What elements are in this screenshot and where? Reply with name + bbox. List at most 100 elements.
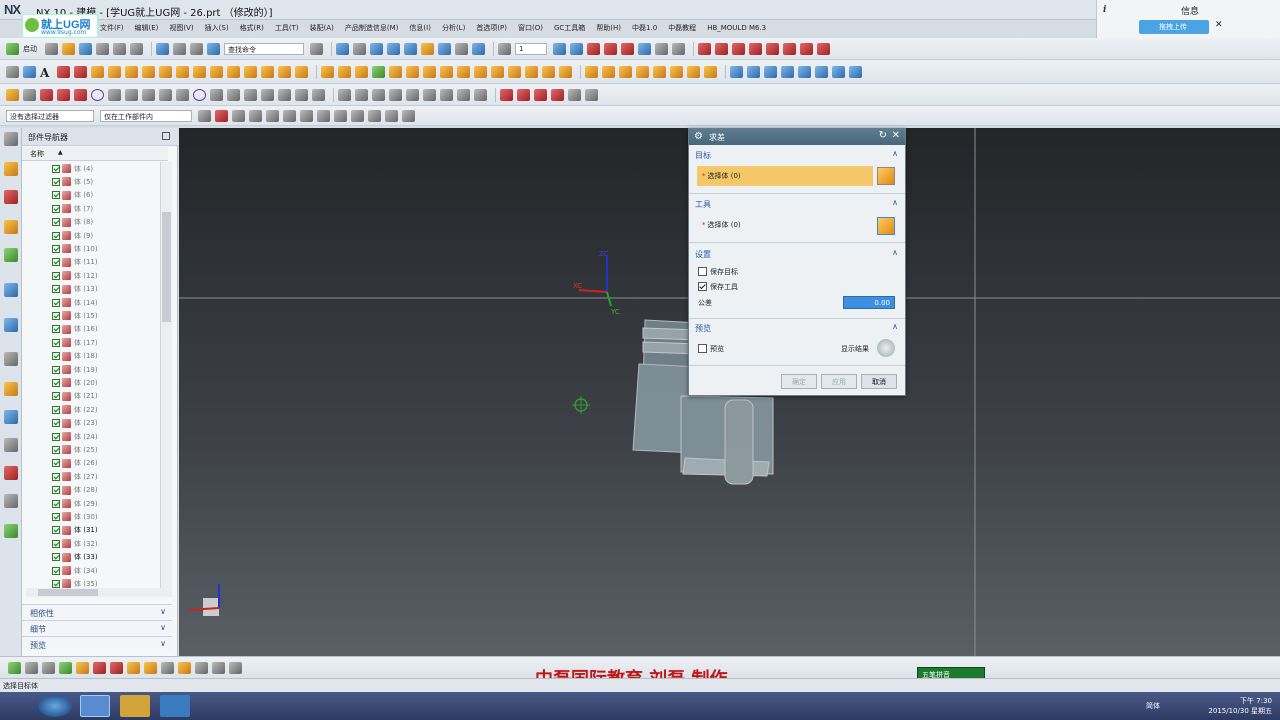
assembly-navigator-icon[interactable]	[4, 162, 18, 176]
derived-line-icon[interactable]	[312, 88, 325, 101]
selection-tools-icon[interactable]	[8, 661, 21, 674]
tree-row[interactable]: 体 (25)	[52, 443, 98, 456]
menu-zhonglei[interactable]: 中磊1.0	[632, 23, 657, 33]
cone-icon[interactable]	[176, 65, 189, 78]
tree-row[interactable]: 体 (6)	[52, 189, 93, 202]
subtract-icon[interactable]	[338, 65, 351, 78]
existing-point-snap-icon[interactable]	[385, 109, 398, 122]
make-symmetric-icon[interactable]	[423, 88, 436, 101]
tree-row[interactable]: 体 (16)	[52, 323, 98, 336]
vertical-scrollbar[interactable]	[160, 162, 172, 588]
basic-curve-icon[interactable]	[500, 88, 513, 101]
horizontal-scrollbar[interactable]	[26, 588, 172, 597]
tree-row[interactable]: 体 (23)	[52, 417, 98, 430]
curve-rule-icon[interactable]	[232, 109, 245, 122]
keep-target-checkbox[interactable]	[698, 267, 707, 276]
process-studio-icon[interactable]	[4, 410, 18, 424]
edge-icon[interactable]	[421, 42, 434, 55]
quick-trim-icon[interactable]	[338, 88, 351, 101]
offset-curve-icon[interactable]	[749, 42, 762, 55]
pull-face-icon[interactable]	[602, 65, 615, 78]
group-tool[interactable]: 工具	[695, 199, 711, 210]
menu-hb-mould[interactable]: HB_MOULD M6.3	[707, 24, 766, 32]
surface-icon[interactable]	[730, 65, 743, 78]
menu-file[interactable]: 文件(F)	[100, 23, 124, 33]
curve-on-surface-icon[interactable]	[568, 88, 581, 101]
body-rule-icon[interactable]	[266, 109, 279, 122]
layer-icon[interactable]	[553, 42, 566, 55]
point-icon[interactable]	[74, 65, 87, 78]
chevron-up-icon[interactable]: ∧	[892, 198, 898, 207]
tree-row[interactable]: 体 (10)	[52, 242, 98, 255]
clock[interactable]: 下午 7:30 2015/10/30 星期五	[1208, 696, 1272, 716]
visibility-checkbox[interactable]	[52, 553, 60, 562]
fit-view-icon[interactable]	[336, 42, 349, 55]
snap-icon[interactable]	[604, 42, 617, 55]
start-button[interactable]	[38, 695, 72, 717]
visibility-checkbox[interactable]	[52, 526, 60, 535]
chamfer-icon[interactable]	[423, 65, 436, 78]
text-icon[interactable]: A	[40, 66, 53, 80]
hd3d-tools-icon[interactable]	[4, 524, 18, 538]
face-rule-icon[interactable]	[249, 109, 262, 122]
apply-button[interactable]: 应用	[821, 374, 857, 389]
menu-zhonglei-tutorial[interactable]: 中磊教程	[668, 23, 696, 33]
system-materials-icon[interactable]	[4, 382, 18, 396]
pattern-icon[interactable]	[372, 65, 385, 78]
section-view-icon[interactable]	[472, 42, 485, 55]
patch-icon[interactable]	[849, 65, 862, 78]
profile-icon[interactable]	[40, 88, 53, 101]
through-curves-icon[interactable]	[747, 65, 760, 78]
delete-face-icon[interactable]	[559, 65, 572, 78]
clock-icon[interactable]	[4, 352, 18, 366]
tree-row[interactable]: 体 (30)	[52, 510, 98, 523]
shell-icon[interactable]	[440, 65, 453, 78]
revolve-icon[interactable]	[108, 65, 121, 78]
sweep-icon[interactable]	[125, 65, 138, 78]
block-icon[interactable]	[142, 65, 155, 78]
visibility-checkbox[interactable]	[52, 419, 60, 428]
studio-surface-icon[interactable]	[781, 65, 794, 78]
quadrant-snap-icon[interactable]	[368, 109, 381, 122]
chevron-up-icon[interactable]: ∧	[892, 248, 898, 257]
component-icon[interactable]	[42, 661, 55, 674]
show-result-icon[interactable]	[877, 339, 895, 357]
draft-icon[interactable]	[457, 65, 470, 78]
start-label[interactable]: 启动	[23, 44, 37, 54]
part-navigator-icon[interactable]	[4, 220, 18, 234]
tree-row[interactable]: 体 (9)	[52, 229, 93, 242]
line-icon[interactable]	[57, 88, 70, 101]
tree-row[interactable]: 体 (29)	[52, 497, 98, 510]
system-scene-icon[interactable]	[4, 494, 18, 508]
visibility-checkbox[interactable]	[52, 204, 60, 213]
visibility-checkbox[interactable]	[52, 445, 60, 454]
mirror-icon[interactable]	[389, 65, 402, 78]
menu-analysis[interactable]: 分析(L)	[442, 23, 465, 33]
orient-view-icon[interactable]	[438, 42, 451, 55]
sketch-finish-icon[interactable]	[6, 88, 19, 101]
sketch-icon[interactable]	[6, 65, 19, 78]
fillet-icon[interactable]	[108, 88, 121, 101]
join-curve-icon[interactable]	[817, 42, 830, 55]
conic-icon[interactable]	[210, 88, 223, 101]
reuse-library-icon[interactable]	[4, 248, 18, 262]
section-details[interactable]: 细节 ∨	[22, 620, 172, 635]
undo-icon[interactable]	[156, 42, 169, 55]
work-layer-select[interactable]: 1	[515, 42, 547, 55]
move-layer-icon[interactable]	[570, 42, 583, 55]
offset-sketch-curve-icon[interactable]	[244, 88, 257, 101]
visibility-checkbox[interactable]	[52, 365, 60, 374]
upload-button[interactable]: 拖拽上传	[1139, 20, 1209, 34]
visibility-checkbox[interactable]	[52, 499, 60, 508]
editor-app-button[interactable]	[160, 695, 190, 717]
circle-icon[interactable]	[91, 88, 104, 101]
group-target[interactable]: 目标	[695, 150, 711, 161]
cut-icon[interactable]	[96, 42, 109, 55]
tree-row[interactable]: 体 (20)	[52, 376, 98, 389]
arc-icon[interactable]	[74, 88, 87, 101]
fastener-icon[interactable]	[195, 661, 208, 674]
group-settings[interactable]: 设置	[695, 249, 711, 260]
arc-center-snap-icon[interactable]	[351, 109, 364, 122]
visibility-checkbox[interactable]	[52, 432, 60, 441]
replace-face-icon[interactable]	[525, 65, 538, 78]
